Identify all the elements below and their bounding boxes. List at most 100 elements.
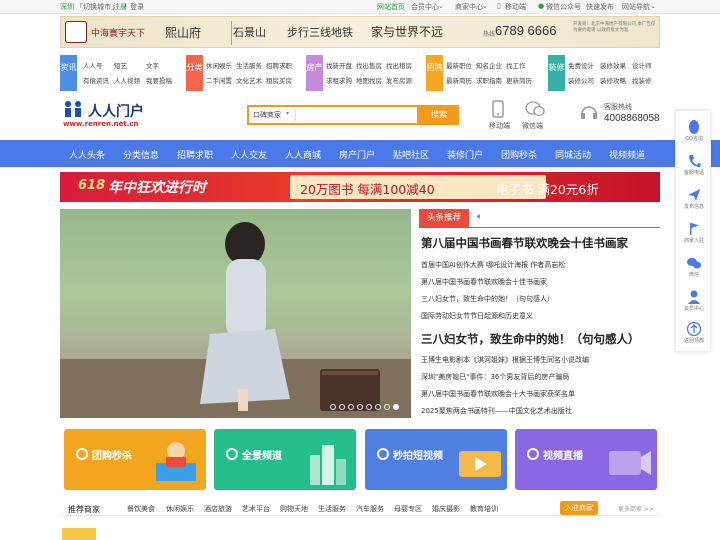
news-item[interactable]: 三八妇女节，致生命中的她！（句句感人） <box>421 294 554 304</box>
news-item[interactable]: 国际劳动妇女节节日起源和历史意义 <box>421 311 533 321</box>
nav-item[interactable]: 人人头条 <box>69 148 105 161</box>
mobile-qr-icon[interactable] <box>488 100 512 118</box>
slider-dot[interactable] <box>375 404 381 410</box>
search-button[interactable]: 搜索 <box>419 105 459 125</box>
merchant-thumbnail[interactable] <box>62 528 96 540</box>
slider-dot[interactable] <box>330 404 336 410</box>
category-link[interactable]: 休闲娱乐 <box>206 60 232 70</box>
slider-dot[interactable] <box>339 404 345 410</box>
slider-dot-active[interactable] <box>393 404 399 410</box>
sidebar-merchant[interactable]: 商家入驻 <box>676 219 712 249</box>
nav-item[interactable]: 视频频道 <box>609 148 645 161</box>
category-link[interactable]: 文字 <box>146 60 159 70</box>
category-link[interactable]: 求职指南 <box>476 75 502 85</box>
top-banner-ad[interactable]: 中海寰宇天下 熙山府 石景山 步行三线地铁 家与世界不远 热线 6789 666… <box>60 16 660 48</box>
merchant-tab[interactable]: 酒店旅游 <box>204 504 232 514</box>
nav-item[interactable]: 贴吧社区 <box>393 148 429 161</box>
nav-item[interactable]: 人人交友 <box>231 148 267 161</box>
category-link[interactable]: 装修效果 <box>600 60 626 70</box>
top-link-wechat[interactable]: 微信公众号 <box>546 2 581 12</box>
category-link[interactable]: 找新开盘 <box>326 60 352 70</box>
category-link[interactable]: 招聘求职 <box>266 60 292 70</box>
category-link[interactable]: 我要投稿 <box>146 75 172 85</box>
wechat-link[interactable]: 微信端 <box>522 121 543 131</box>
merchant-tab[interactable]: 婚庆摄影 <box>432 504 460 514</box>
category-link[interactable]: 最新职位 <box>446 60 472 70</box>
category-link[interactable]: 更新简历 <box>506 75 532 85</box>
merchant-tab[interactable]: 生活服务 <box>318 504 346 514</box>
merchant-tab[interactable]: 餐饮美食 <box>127 504 155 514</box>
merchant-tab[interactable]: 休闲娱乐 <box>166 504 194 514</box>
sidebar-member[interactable]: 会员中心 <box>676 287 712 317</box>
category-link[interactable]: 二手闲置 <box>206 75 232 85</box>
category-link[interactable]: 装修攻略 <box>600 75 626 85</box>
category-link[interactable]: 免费设计 <box>568 60 594 70</box>
news-item[interactable]: 深圳"美房媳已"事件：36个男友背后的房产骗局 <box>421 372 569 382</box>
more-merchants-link[interactable]: 更多商家 >> <box>618 504 654 513</box>
sidebar-wechat[interactable]: 微信 <box>676 253 712 283</box>
sidebar-back-to-top[interactable]: 返回顶部 <box>676 319 712 349</box>
category-link[interactable]: 求租求购 <box>326 75 352 85</box>
category-link[interactable]: 短艺 <box>114 60 127 70</box>
merchant-tab[interactable]: 购物天地 <box>280 504 308 514</box>
top-link-publish[interactable]: 快速发布 <box>586 2 614 12</box>
nav-item[interactable]: 房产门户 <box>339 148 375 161</box>
slider-dot[interactable] <box>357 404 363 410</box>
login-link[interactable]: 登录 <box>130 2 144 12</box>
category-link[interactable]: 找工作 <box>506 60 526 70</box>
category-link[interactable]: 发布房源 <box>386 75 412 85</box>
nav-item[interactable]: 装修门户 <box>447 148 483 161</box>
nav-item[interactable]: 招聘求职 <box>177 148 213 161</box>
card-panorama[interactable]: 全景频道 <box>214 429 356 490</box>
search-input[interactable] <box>299 108 415 122</box>
category-link[interactable]: 文化艺术 <box>236 75 262 85</box>
category-link[interactable]: 知名企业 <box>476 60 502 70</box>
wechat-icon[interactable] <box>524 100 546 118</box>
category-link[interactable]: 地图找房 <box>356 75 382 85</box>
category-link[interactable]: 有偿资讯 <box>83 75 109 85</box>
category-link[interactable]: 人人号 <box>83 60 103 70</box>
news-item[interactable]: 第八届中国书画春节联欢晚会十佳书画家 <box>421 277 547 287</box>
slider-dot[interactable] <box>348 404 354 410</box>
card-live-video[interactable]: 视频直播 <box>515 429 657 490</box>
search-type-select[interactable]: 口碑商家 <box>253 110 281 120</box>
news-item[interactable]: 2025聚焦两会书画特刊——中国文化艺术出版社 <box>421 406 572 416</box>
sidebar-publish[interactable]: 发布信息 <box>676 185 712 215</box>
sidebar-phone[interactable]: 客服电话 <box>676 151 712 181</box>
nav-item[interactable]: 团购秒杀 <box>501 148 537 161</box>
category-link[interactable]: 人人视频 <box>114 75 140 85</box>
top-link-merchant[interactable]: 商家中心 <box>455 2 483 12</box>
headline-1[interactable]: 第八届中国书画春节联欢晚会十佳书画家 <box>421 235 628 251</box>
top-link-member[interactable]: 会员中心 <box>411 2 439 12</box>
top-link-home[interactable]: 网站首页 <box>377 2 405 12</box>
news-item[interactable]: 第八届中国书画春节联欢晚会十大书画家获奖名单 <box>421 389 575 399</box>
sidebar-qq[interactable]: QQ咨询 <box>676 117 712 147</box>
hero-slider[interactable] <box>60 209 411 418</box>
merchant-tab[interactable]: 教育培训 <box>470 504 498 514</box>
switch-city-link[interactable]: 「切换城市」 <box>76 2 118 12</box>
join-merchant-button[interactable]: 入驻商家 <box>560 501 598 515</box>
merchant-tab[interactable]: 艺术平台 <box>242 504 270 514</box>
slider-dot[interactable] <box>366 404 372 410</box>
category-link[interactable]: 设计师 <box>632 60 652 70</box>
promo-banner[interactable]: 618 年中狂欢进行时 20万图书 每满100减40 电子书 满20元6折 <box>60 172 660 202</box>
category-link[interactable]: 生活服务 <box>236 60 262 70</box>
category-link[interactable]: 装修公司 <box>568 75 594 85</box>
nav-item[interactable]: 人人商城 <box>285 148 321 161</box>
card-group-buy[interactable]: 团购秒杀 <box>64 429 206 490</box>
category-link[interactable]: 最新简历 <box>446 75 472 85</box>
top-link-sitemap[interactable]: 网站导航 <box>622 2 650 12</box>
mobile-link[interactable]: 移动端 <box>489 121 510 131</box>
card-short-video[interactable]: 秒拍短视频 <box>365 429 507 490</box>
merchant-tab[interactable]: 汽车服务 <box>356 504 384 514</box>
merchant-tab[interactable]: 母婴专区 <box>394 504 422 514</box>
nav-item[interactable]: 同城活动 <box>555 148 591 161</box>
top-link-mobile[interactable]: 移动端 <box>505 2 526 12</box>
category-link[interactable]: 找装修 <box>632 75 652 85</box>
site-logo[interactable]: 人人门户 www.renren.net.cn <box>62 100 152 132</box>
category-link[interactable]: 找出租房 <box>386 60 412 70</box>
category-link[interactable]: 租房买房 <box>266 75 292 85</box>
category-link[interactable]: 找出售房 <box>356 60 382 70</box>
news-item[interactable]: 王博生电影剧本《淇河姐妹》根据王博生同名小说改编 <box>421 355 589 365</box>
slider-dot[interactable] <box>384 404 390 410</box>
